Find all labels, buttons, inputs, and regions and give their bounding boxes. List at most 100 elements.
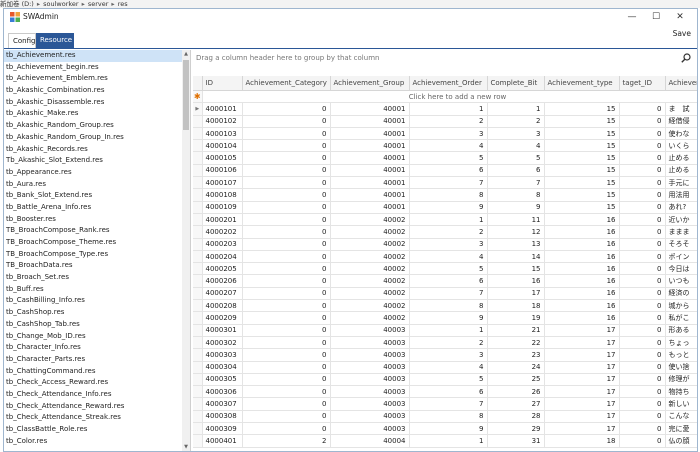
table-cell[interactable]: 6 [487, 164, 545, 178]
table-cell[interactable]: 0 [619, 115, 666, 128]
table-cell[interactable]: 0 [242, 373, 331, 387]
resource-list-item[interactable]: tb_Broach_Set.res [4, 272, 182, 284]
row-indicator[interactable] [193, 139, 203, 153]
table-cell[interactable]: 0 [242, 385, 331, 399]
table-cell[interactable]: 40002 [330, 262, 410, 276]
table-row[interactable]: 4000202 0 40002 2 12 16 0 ままま [193, 225, 697, 239]
table-cell[interactable]: いつも [665, 274, 697, 288]
close-button[interactable]: ✕ [671, 11, 689, 23]
resource-list-item[interactable]: tb_Appearance.res [4, 167, 182, 179]
scroll-down-icon[interactable]: ▼ [182, 443, 190, 451]
table-cell[interactable]: 形ある [665, 324, 697, 337]
column-header[interactable]: Achievement_Category [242, 76, 331, 91]
table-cell[interactable]: 15 [544, 102, 620, 116]
resource-list-item[interactable]: tb_Character_Parts.res [4, 354, 182, 366]
table-cell[interactable]: 0 [619, 127, 666, 141]
table-cell[interactable]: 0 [242, 397, 331, 411]
minimize-button[interactable]: — [623, 11, 641, 23]
resource-list-item[interactable]: tb_Color.res [4, 436, 182, 448]
table-cell[interactable]: 40003 [330, 373, 410, 387]
table-cell[interactable]: 4000105 [202, 151, 243, 165]
column-header[interactable]: Achievement_Order [409, 76, 488, 91]
table-cell[interactable]: 4 [409, 139, 488, 153]
table-cell[interactable]: 0 [619, 385, 666, 399]
table-cell[interactable]: 12 [487, 225, 545, 239]
table-row[interactable]: 4000109 0 40001 9 9 15 0 あれ? [193, 201, 697, 214]
table-cell[interactable]: 40001 [330, 115, 410, 128]
table-cell[interactable]: 40003 [330, 348, 410, 362]
row-indicator[interactable] [193, 422, 203, 436]
table-cell[interactable]: 4000206 [202, 274, 243, 288]
table-cell[interactable]: 24 [487, 361, 545, 374]
table-cell[interactable]: 40003 [330, 410, 410, 424]
table-cell[interactable]: 40001 [330, 151, 410, 165]
table-cell[interactable]: 0 [619, 201, 666, 214]
table-cell[interactable]: ま 試 [665, 102, 697, 116]
resource-list-item[interactable]: TB_BroachCompose_Rank.res [4, 225, 182, 237]
table-cell[interactable]: 4 [487, 139, 545, 153]
table-row[interactable]: 4000205 0 40002 5 15 16 0 今日は [193, 262, 697, 276]
table-cell[interactable]: 4000205 [202, 262, 243, 276]
table-cell[interactable]: 40001 [330, 188, 410, 202]
resource-list-item[interactable]: tb_Akashic_Random_Group.res [4, 120, 182, 132]
resource-list-item[interactable]: tb_CashShop_Tab.res [4, 319, 182, 331]
table-cell[interactable]: 4000309 [202, 422, 243, 436]
table-cell[interactable]: ポイン [665, 250, 697, 264]
resource-list-item[interactable]: tb_Achievement_begin.res [4, 62, 182, 74]
row-indicator[interactable] [193, 176, 203, 190]
table-cell[interactable]: 16 [544, 238, 620, 251]
table-cell[interactable]: 16 [544, 311, 620, 325]
row-indicator[interactable] [193, 225, 203, 239]
resource-list-item[interactable]: TB_BroachCompose_Type.res [4, 249, 182, 261]
table-cell[interactable]: 4000203 [202, 238, 243, 251]
resource-list-item[interactable]: tb_Akashic_Records.res [4, 144, 182, 156]
table-cell[interactable]: 2 [409, 115, 488, 128]
table-cell[interactable]: 15 [544, 151, 620, 165]
table-cell[interactable]: 40003 [330, 336, 410, 350]
row-indicator[interactable] [193, 287, 203, 301]
row-indicator[interactable] [193, 385, 203, 399]
table-cell[interactable]: 4000107 [202, 176, 243, 190]
scroll-thumb[interactable] [183, 60, 189, 130]
row-pointer-icon[interactable]: ▶ [193, 102, 203, 116]
table-cell[interactable]: 2 [242, 434, 331, 448]
table-cell[interactable]: 物持ち [665, 385, 697, 399]
table-cell[interactable]: 8 [409, 188, 488, 202]
table-cell[interactable]: 0 [619, 348, 666, 362]
table-cell[interactable]: 15 [544, 188, 620, 202]
table-cell[interactable]: 40003 [330, 397, 410, 411]
breadcrumb-item[interactable]: res [118, 0, 128, 8]
table-cell[interactable]: 0 [242, 164, 331, 178]
table-cell[interactable]: 7 [487, 176, 545, 190]
table-row[interactable]: 4000201 0 40002 1 11 16 0 近いか [193, 213, 697, 227]
table-cell[interactable]: 手元に [665, 176, 697, 190]
table-cell[interactable]: 40003 [330, 361, 410, 374]
row-indicator[interactable] [193, 324, 203, 337]
resource-list-item[interactable]: tb_Booster.res [4, 214, 182, 226]
table-row[interactable]: 4000104 0 40001 4 4 15 0 いくら [193, 139, 697, 153]
table-cell[interactable]: 4000401 [202, 434, 243, 448]
table-cell[interactable]: 0 [619, 311, 666, 325]
table-cell[interactable]: 6 [409, 274, 488, 288]
row-indicator[interactable] [193, 164, 203, 178]
table-cell[interactable]: 0 [619, 225, 666, 239]
table-cell[interactable]: 1 [409, 213, 488, 227]
resource-list-scrollbar[interactable]: ▲ ▼ [182, 50, 190, 451]
table-cell[interactable]: 6 [409, 385, 488, 399]
table-cell[interactable]: 0 [242, 176, 331, 190]
table-row[interactable]: 4000309 0 40003 9 29 17 0 完に愛 [193, 422, 697, 436]
table-cell[interactable]: 8 [487, 188, 545, 202]
table-cell[interactable]: 27 [487, 397, 545, 411]
table-cell[interactable]: 25 [487, 373, 545, 387]
table-cell[interactable]: 40003 [330, 385, 410, 399]
table-cell[interactable]: 3 [487, 127, 545, 141]
table-cell[interactable]: 40001 [330, 176, 410, 190]
scroll-up-icon[interactable]: ▲ [182, 50, 190, 58]
table-cell[interactable]: 完に愛 [665, 422, 697, 436]
table-cell[interactable]: 19 [487, 311, 545, 325]
table-cell[interactable]: 5 [409, 262, 488, 276]
row-indicator[interactable] [193, 311, 203, 325]
column-header[interactable]: Achievement_Group [330, 76, 410, 91]
table-cell[interactable]: 0 [619, 164, 666, 178]
column-header[interactable]: Complete_Bit [487, 76, 545, 91]
